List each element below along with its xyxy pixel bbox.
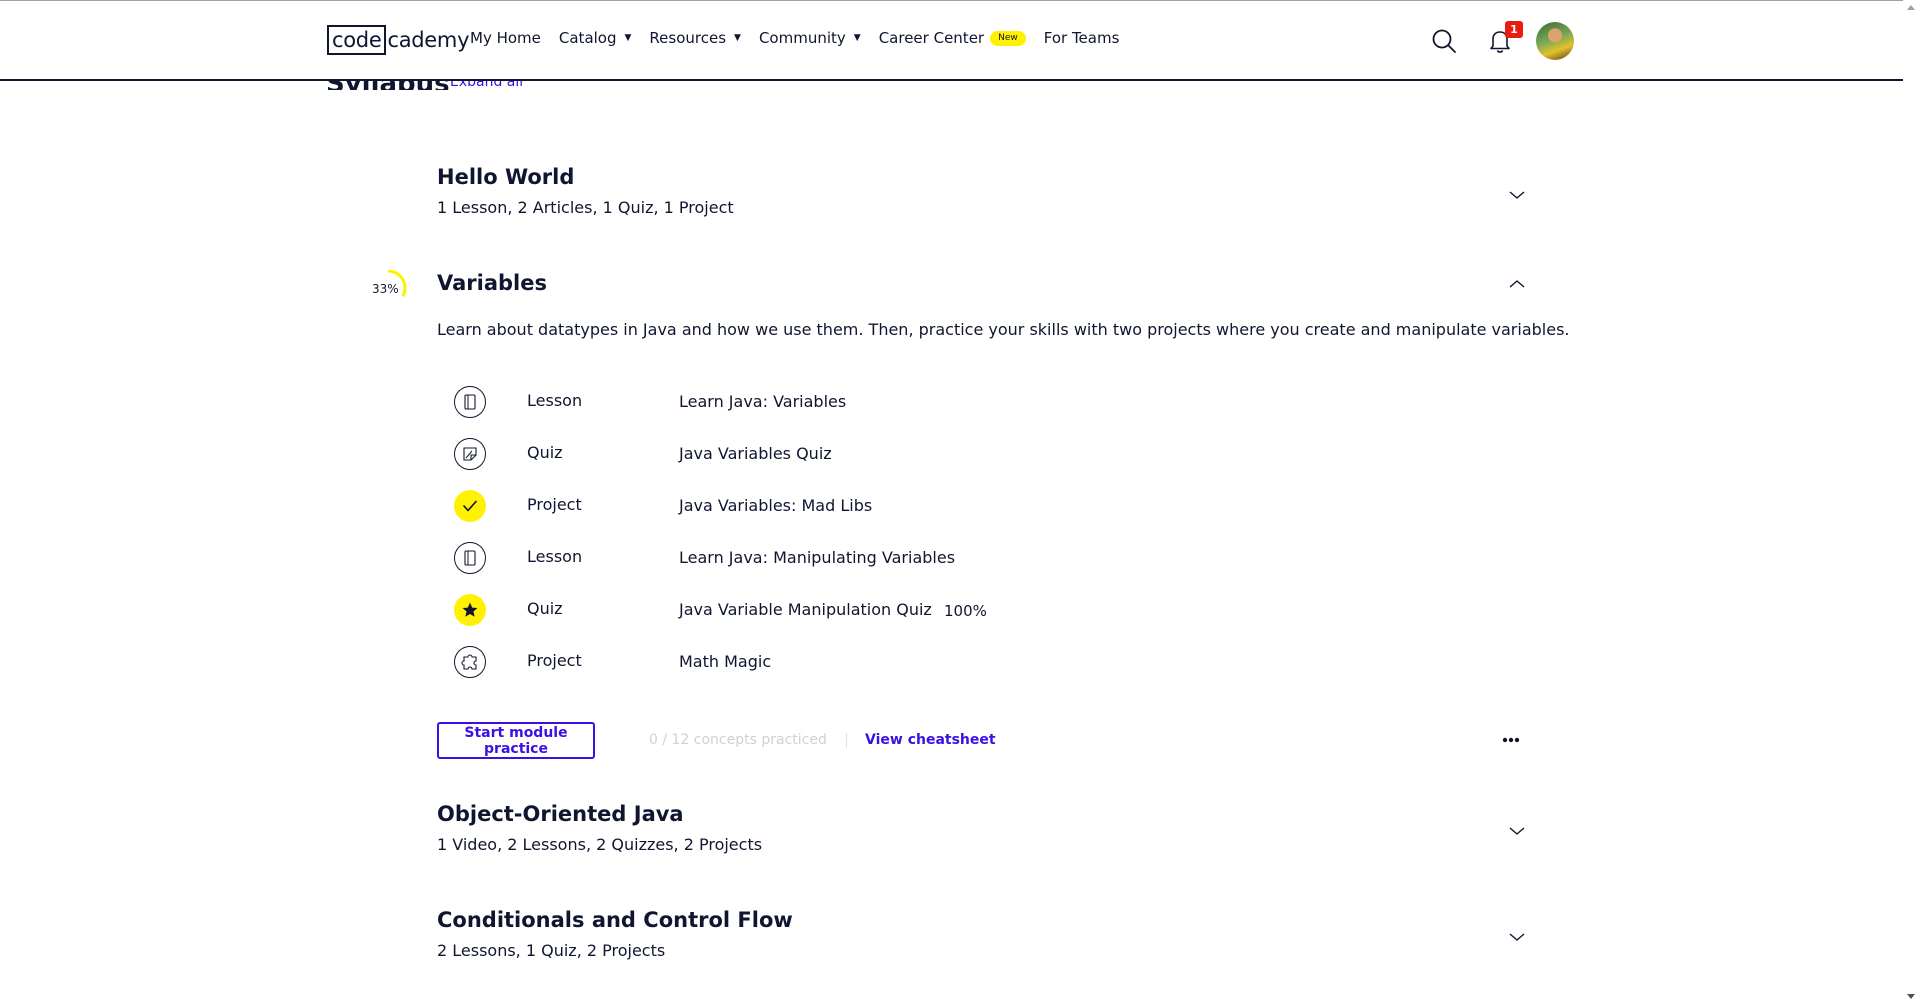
nav-career-center-label: Career Center xyxy=(878,29,985,47)
syllabus-item-row[interactable]: Project Java Variables: Mad Libs xyxy=(453,489,1453,523)
view-cheatsheet-link[interactable]: View cheatsheet xyxy=(865,732,996,748)
nav-community[interactable]: Community ▼ xyxy=(759,29,861,47)
codecademy-logo[interactable]: code cademy xyxy=(327,24,470,56)
nav-resources[interactable]: Resources ▼ xyxy=(649,29,741,47)
concepts-practiced-count: 0 / 12 concepts practiced xyxy=(649,732,827,748)
chevron-down-icon[interactable] xyxy=(1507,929,1527,943)
module-title-variables[interactable]: Variables xyxy=(437,271,547,295)
nav-catalog-label: Catalog xyxy=(558,29,617,47)
item-name[interactable]: Math Magic xyxy=(679,652,771,671)
item-name[interactable]: Learn Java: Manipulating Variables xyxy=(679,548,955,567)
module-summary-conditionals-and-control-flow: 2 Lessons, 1 Quiz, 2 Projects xyxy=(437,941,666,960)
star-icon xyxy=(453,593,487,627)
quiz-score: 100% xyxy=(944,602,987,620)
nav-for-teams[interactable]: For Teams xyxy=(1044,29,1120,47)
notification-count-badge: 1 xyxy=(1505,21,1523,38)
nav-my-home[interactable]: My Home xyxy=(470,29,541,47)
item-name[interactable]: Java Variables: Mad Libs xyxy=(679,496,872,515)
chevron-down-icon[interactable] xyxy=(1507,187,1527,201)
top-nav-bar: code cademy My Home Catalog ▼ Resources ▼ C… xyxy=(0,1,1903,81)
new-badge: New xyxy=(990,30,1026,46)
module-title-conditionals-and-control-flow[interactable]: Conditionals and Control Flow xyxy=(437,908,793,932)
item-name[interactable]: Learn Java: Variables xyxy=(679,392,846,411)
vertical-scrollbar[interactable] xyxy=(1903,0,1920,1004)
syllabus-item-row[interactable]: Quiz Java Variables Quiz xyxy=(453,437,1453,471)
more-options-icon[interactable] xyxy=(1500,730,1522,750)
syllabus-item-row[interactable]: Lesson Learn Java: Variables xyxy=(453,385,1453,419)
search-icon[interactable] xyxy=(1430,27,1458,55)
lesson-icon xyxy=(453,385,487,419)
caret-down-icon: ▼ xyxy=(734,33,741,43)
module-title-hello-world[interactable]: Hello World xyxy=(437,165,574,189)
syllabus-item-row[interactable]: Project Math Magic xyxy=(453,645,1453,679)
item-name[interactable]: Java Variable Manipulation Quiz xyxy=(679,600,932,619)
main-nav: My Home Catalog ▼ Resources ▼ Community ▼ C… xyxy=(470,29,1137,47)
nav-resources-label: Resources xyxy=(649,29,727,47)
item-type: Quiz xyxy=(527,443,563,462)
logo-rest-text: cademy xyxy=(387,28,470,52)
avatar[interactable] xyxy=(1536,22,1574,60)
nav-community-label: Community xyxy=(758,29,846,47)
nav-career-center[interactable]: Career Center New xyxy=(879,29,1026,47)
nav-my-home-label: My Home xyxy=(470,29,541,47)
item-type: Lesson xyxy=(527,391,583,410)
syllabus-item-row[interactable]: Quiz Java Variable Manipulation Quiz 100… xyxy=(453,593,1453,627)
module-description: Learn about datatypes in Java and how we… xyxy=(437,320,1570,339)
divider xyxy=(846,733,847,748)
module-summary-object-oriented-java: 1 Video, 2 Lessons, 2 Quizzes, 2 Project… xyxy=(437,835,763,854)
nav-catalog[interactable]: Catalog ▼ xyxy=(559,29,632,47)
scroll-up-arrow-icon[interactable] xyxy=(1907,5,1915,10)
nav-for-teams-label: For Teams xyxy=(1043,29,1120,47)
logo-box-text: code xyxy=(327,25,387,55)
start-module-practice-button[interactable]: Start module practice xyxy=(437,722,595,759)
chevron-down-icon[interactable] xyxy=(1507,823,1527,837)
module-title-object-oriented-java[interactable]: Object-Oriented Java xyxy=(437,802,684,826)
item-name[interactable]: Java Variables Quiz xyxy=(679,444,832,463)
item-type: Project xyxy=(527,651,582,670)
check-icon xyxy=(453,489,487,523)
puzzle-icon xyxy=(453,645,487,679)
item-type: Project xyxy=(527,495,582,514)
item-type: Quiz xyxy=(527,599,563,618)
syllabus-item-row[interactable]: Lesson Learn Java: Manipulating Variable… xyxy=(453,541,1453,575)
quiz-icon xyxy=(453,437,487,471)
caret-down-icon: ▼ xyxy=(624,33,632,43)
module-summary-hello-world: 1 Lesson, 2 Articles, 1 Quiz, 1 Project xyxy=(437,198,734,217)
chevron-up-icon[interactable] xyxy=(1507,276,1527,290)
module-progress-label: 33% xyxy=(372,282,399,296)
item-type: Lesson xyxy=(527,547,583,566)
caret-down-icon: ▼ xyxy=(853,33,861,43)
lesson-icon xyxy=(453,541,487,575)
scroll-down-arrow-icon[interactable] xyxy=(1907,994,1915,999)
